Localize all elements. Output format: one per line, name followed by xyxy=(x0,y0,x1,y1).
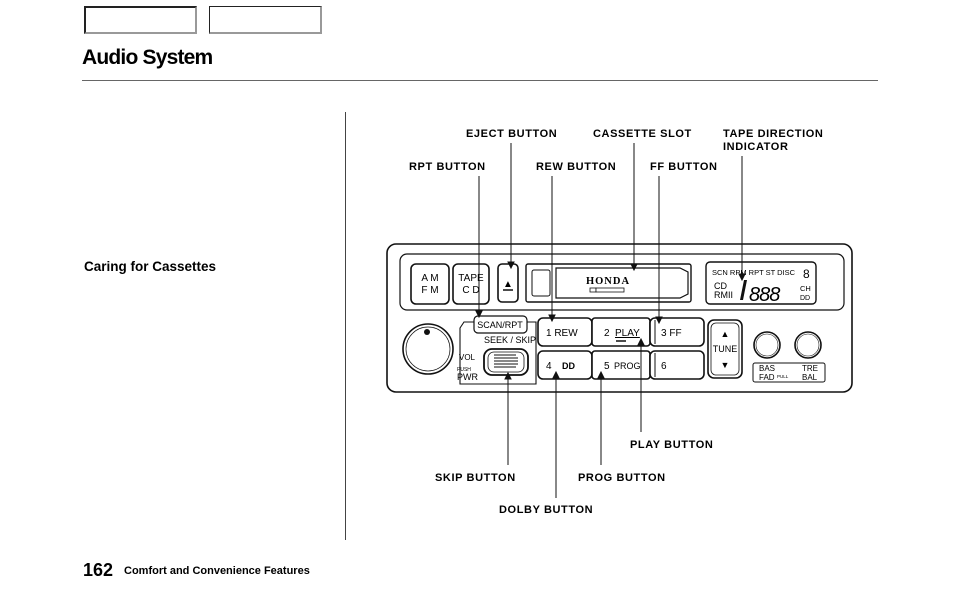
column-divider xyxy=(345,112,346,540)
display-digits: 888 xyxy=(749,284,780,306)
tre-label: TRE xyxy=(802,364,818,373)
preset-1-rew-button[interactable]: 1 REW xyxy=(537,317,593,347)
section-heading: Caring for Cassettes xyxy=(84,259,217,274)
page-number: 162 xyxy=(83,560,114,580)
tune-down-icon: ▼ xyxy=(721,360,730,370)
preset-5-number: 5 xyxy=(604,361,610,372)
preset-6-label: 6 xyxy=(661,361,667,372)
tune-label: TUNE xyxy=(713,344,738,354)
eject-icon: ▲ xyxy=(503,279,513,290)
bass-fader-knob[interactable] xyxy=(753,331,781,359)
am-fm-label-2: F M xyxy=(421,285,438,296)
am-fm-button[interactable]: A M F M xyxy=(410,263,450,305)
display-ch: CH xyxy=(800,284,811,293)
preset-2-number: 2 xyxy=(604,328,610,339)
tape-cd-label-1: TAPE xyxy=(458,273,484,284)
nav-box-2[interactable] xyxy=(209,6,322,34)
bal-label: BAL xyxy=(802,373,818,382)
fad-label: FAD xyxy=(759,373,775,382)
volume-knob[interactable] xyxy=(402,323,454,375)
footer-section-title: Comfort and Convenience Features xyxy=(124,565,310,577)
lcd-display: SCN RPM RPT ST DISC 8 CD RMII 888 CH DD xyxy=(705,261,817,306)
tape-cd-label-2: C D xyxy=(462,285,479,296)
tune-up-icon: ▲ xyxy=(721,329,730,339)
preset-4-number: 4 xyxy=(546,361,552,372)
pwr-label: PWR xyxy=(457,372,478,382)
scan-rpt-label: SCAN/RPT xyxy=(477,320,523,330)
preset-1-label: 1 REW xyxy=(546,328,578,339)
preset-6-button[interactable]: 6 xyxy=(649,350,705,380)
pull-label: PULL xyxy=(777,374,789,379)
eject-button[interactable]: ▲ xyxy=(497,263,519,303)
preset-2-label: PLAY xyxy=(615,328,640,339)
page-title: Audio System xyxy=(82,46,213,69)
preset-4-dolby-button[interactable]: 4 DD xyxy=(537,350,593,380)
seek-skip-label: SEEK / SKIP xyxy=(484,335,536,345)
am-fm-label-1: A M xyxy=(421,273,438,284)
preset-3-label: 3 FF xyxy=(661,328,682,339)
cassette-slot: HONDA xyxy=(525,263,692,303)
tape-cd-button[interactable]: TAPE C D xyxy=(452,263,490,305)
treble-balance-knob[interactable] xyxy=(794,331,822,359)
display-dolby: DD xyxy=(800,295,810,302)
scan-rpt-button[interactable]: SCAN/RPT xyxy=(473,315,528,334)
display-indicators: SCN RPM RPT ST DISC xyxy=(712,268,796,277)
brand-logo: HONDA xyxy=(586,276,630,287)
audio-unit-diagram: A M F M TAPE C D ▲ HONDA SCN RPM RPT ST … xyxy=(386,143,853,498)
title-divider xyxy=(82,80,878,81)
vol-label: VOL xyxy=(459,353,476,362)
callout-dolby: DOLBY BUTTON xyxy=(499,504,594,516)
tune-rocker[interactable]: ▲ TUNE ▼ xyxy=(707,319,743,379)
nav-box-1[interactable] xyxy=(84,6,197,34)
seek-skip-rocker[interactable] xyxy=(483,348,529,376)
display-rmii: RMII xyxy=(714,290,733,300)
display-disc-number: 8 xyxy=(803,267,810,281)
dolby-icon: DD xyxy=(562,361,575,371)
preset-5-label: PROG xyxy=(614,361,641,371)
bas-label: BAS xyxy=(759,364,775,373)
